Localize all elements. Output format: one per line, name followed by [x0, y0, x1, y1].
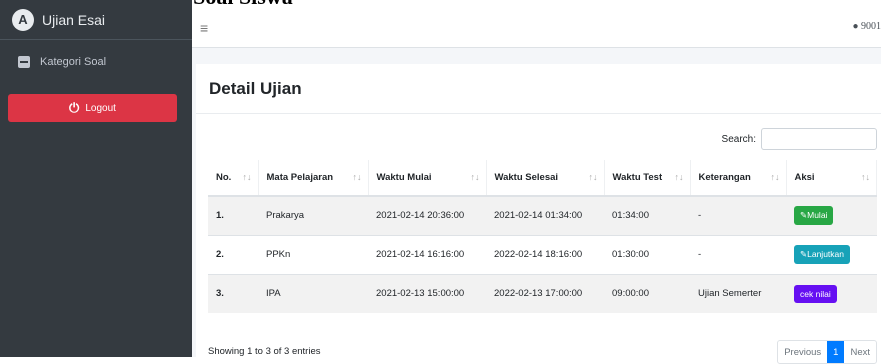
cell-aksi: cek nilai	[786, 273, 877, 313]
col-aksi[interactable]: Aksi ↑↓	[786, 160, 877, 197]
user-label: 9001	[861, 21, 881, 32]
user-icon: ●	[852, 21, 859, 32]
cell-aksi: ✎Mulai	[786, 195, 877, 235]
brand-logo-icon: A	[12, 8, 34, 31]
sidebar: A Ujian Esai Kategori Soal ⏻ Logout	[0, 0, 192, 357]
sort-icon: ↑↓	[770, 172, 780, 182]
table-row: 1. Prakarya 2021-02-14 20:36:00 2021-02-…	[208, 195, 877, 235]
search-box: Search:	[722, 128, 877, 150]
sort-icon: ↑↓	[861, 172, 870, 182]
table-row: 3. IPA 2021-02-13 15:00:00 2022-02-13 17…	[208, 273, 877, 313]
lanjutkan-button[interactable]: ✎Lanjutkan	[794, 245, 850, 264]
cell-aksi: ✎Lanjutkan	[786, 234, 877, 274]
sort-icon: ↑↓	[588, 172, 598, 182]
topbar: ≡ ● 9001	[192, 12, 881, 48]
cell-mapel: IPA	[258, 273, 368, 313]
cell-no: 2.	[208, 234, 258, 274]
search-label: Search:	[721, 133, 756, 145]
cell-selesai: 2021-02-14 01:34:00	[486, 195, 604, 235]
cell-no: 3.	[208, 273, 258, 313]
cell-selesai: 2022-02-14 18:16:00	[486, 234, 604, 274]
table-header-row: No. ↑↓ Mata Pelajaran ↑↓ Waktu Mulai ↑↓ Wak…	[208, 160, 877, 197]
cell-mapel: PPKn	[258, 234, 368, 274]
menu-toggle-icon[interactable]: ≡	[200, 20, 208, 36]
sort-icon: ↑↓	[352, 172, 362, 182]
cell-keterangan: Ujian Semerter	[690, 273, 786, 313]
logout-button[interactable]: ⏻ Logout	[8, 94, 177, 122]
table-row: 2. PPKn 2021-02-14 16:16:00 2022-02-14 1…	[208, 234, 877, 274]
sort-icon: ↑↓	[470, 172, 480, 182]
next-button[interactable]: Next	[844, 341, 876, 363]
col-test[interactable]: Waktu Test ↑↓	[604, 160, 691, 197]
col-mapel[interactable]: Mata Pelajaran ↑↓	[258, 160, 369, 197]
cell-test: 01:30:00	[604, 234, 690, 274]
brand[interactable]: A Ujian Esai	[0, 0, 192, 40]
sidebar-item-label: Kategori Soal	[40, 56, 107, 68]
cek-nilai-button[interactable]: cek nilai	[794, 284, 837, 303]
cell-mulai: 2021-02-14 16:16:00	[368, 234, 486, 274]
cell-selesai: 2022-02-13 17:00:00	[486, 273, 604, 313]
cell-mulai: 2021-02-14 20:36:00	[368, 195, 486, 235]
cell-keterangan: -	[690, 195, 786, 235]
cell-mapel: Prakarya	[258, 195, 368, 235]
exam-table: No. ↑↓ Mata Pelajaran ↑↓ Waktu Mulai ↑↓ Wak…	[208, 160, 877, 313]
search-input[interactable]	[761, 128, 877, 150]
cell-no: 1.	[208, 195, 258, 235]
pagination: Previous 1 Next	[777, 340, 877, 364]
page-1-button[interactable]: 1	[827, 341, 845, 363]
cell-mulai: 2021-02-13 15:00:00	[368, 273, 486, 313]
power-icon: ⏻	[69, 100, 80, 115]
logout-label: Logout	[85, 102, 116, 114]
document-icon	[18, 56, 30, 68]
cell-keterangan: -	[690, 234, 786, 274]
mulai-button[interactable]: ✎Mulai	[794, 206, 834, 226]
page-title: Detail Ujian	[196, 64, 881, 114]
cell-test: 01:34:00	[604, 195, 690, 235]
col-mulai[interactable]: Waktu Mulai ↑↓	[368, 160, 487, 197]
previous-button[interactable]: Previous	[778, 341, 827, 363]
col-no[interactable]: No. ↑↓	[208, 160, 259, 197]
col-keterangan[interactable]: Keterangan ↑↓	[690, 160, 787, 197]
col-selesai[interactable]: Waktu Selesai ↑↓	[486, 160, 605, 197]
exam-detail-card: Detail Ujian Search: No. ↑↓ Mata Pelajara…	[196, 64, 881, 364]
user-menu[interactable]: ● 9001	[852, 21, 881, 32]
table-info: Showing 1 to 3 of 3 entries	[208, 346, 321, 357]
sort-icon: ↑↓	[674, 172, 684, 182]
brand-name: Ujian Esai	[42, 11, 106, 28]
sort-icon: ↑↓	[242, 172, 252, 182]
sidebar-item-kategori-soal[interactable]: Kategori Soal	[0, 40, 192, 84]
cell-test: 09:00:00	[604, 273, 690, 313]
main-content: Detail Ujian Search: No. ↑↓ Mata Pelajara…	[192, 48, 881, 364]
